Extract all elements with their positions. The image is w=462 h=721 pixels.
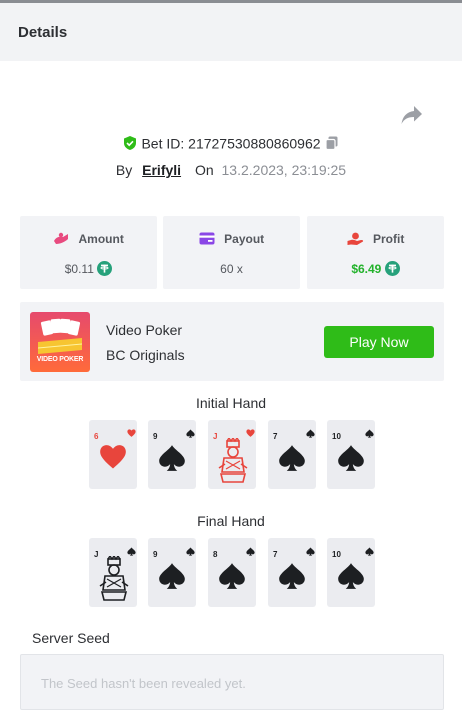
payout-card-icon [199, 232, 215, 245]
details-header: Details [0, 3, 462, 61]
card-rank: 10 [332, 550, 341, 559]
spade-suit-icon [306, 547, 315, 556]
spade-suit-icon [279, 445, 305, 471]
page-title: Details [18, 24, 68, 41]
playing-card: J [89, 538, 137, 607]
playing-card: 9 [148, 420, 196, 489]
play-now-button[interactable]: Play Now [324, 326, 434, 358]
game-card: VIDEO POKER Video Poker BC Originals Pla… [20, 302, 444, 381]
amount-value: $0.11 [64, 261, 94, 276]
share-icon[interactable] [400, 104, 424, 126]
copy-icon[interactable] [324, 135, 340, 151]
verified-shield-icon [123, 136, 136, 151]
poker-cards-icon [37, 318, 83, 354]
spade-suit-icon [246, 547, 255, 556]
video-poker-logo[interactable]: VIDEO POKER [30, 312, 90, 372]
spade-suit-icon [219, 563, 245, 589]
amount-icon [54, 232, 69, 244]
server-seed-label: Server Seed [32, 630, 110, 646]
initial-hand-label: Initial Hand [195, 395, 267, 411]
spade-suit-icon [279, 563, 305, 589]
heart-suit-icon [100, 445, 126, 469]
card-rank: 8 [213, 550, 218, 559]
stat-amount: Amount $0.11 [20, 216, 157, 289]
profit-hand-icon [347, 232, 363, 245]
playing-card: 9 [148, 538, 196, 607]
card-rank: 10 [332, 432, 341, 441]
spade-suit-icon [186, 547, 195, 556]
game-provider: BC Originals [106, 347, 185, 363]
on-label: On [194, 162, 214, 178]
game-name: Video Poker [106, 322, 183, 338]
playing-card: 7 [268, 538, 316, 607]
heart-suit-icon [246, 429, 255, 437]
stat-payout: Payout 60 x [163, 216, 300, 289]
playing-card: 10 [327, 538, 375, 607]
spade-suit-icon [338, 445, 364, 471]
final-hand-label: Final Hand [197, 513, 265, 529]
spade-suit-icon [338, 563, 364, 589]
heart-suit-icon [127, 429, 136, 437]
card-rank: 6 [94, 432, 99, 441]
tether-icon [384, 261, 400, 277]
playing-card: 10 [327, 420, 375, 489]
bet-date: 13.2.2023, 23:19:25 [221, 162, 347, 178]
playing-card: J [208, 420, 256, 489]
card-rank: 7 [273, 550, 278, 559]
payout-value: 60 x [220, 261, 243, 276]
jack-figure-icon [99, 556, 129, 601]
spade-suit-icon [127, 547, 136, 556]
bet-id-value: 21727530880860962 [188, 135, 321, 152]
profit-value: $6.49 [351, 261, 382, 276]
server-seed-placeholder: The Seed hasn't been revealed yet. [41, 676, 246, 691]
playing-card: 7 [268, 420, 316, 489]
card-rank: 7 [273, 432, 278, 441]
bet-author-row: By Erifyli On 13.2.2023, 23:19:25 [0, 162, 462, 178]
spade-suit-icon [365, 429, 374, 438]
playing-card: 6 [89, 420, 137, 489]
payout-label: Payout [224, 231, 265, 246]
spade-suit-icon [159, 563, 185, 589]
tether-icon [97, 261, 113, 277]
card-rank: 9 [153, 432, 158, 441]
logo-text: VIDEO POKER [36, 356, 84, 363]
card-rank: 9 [153, 550, 158, 559]
spade-suit-icon [159, 445, 185, 471]
spade-suit-icon [306, 429, 315, 438]
user-link[interactable]: Erifyli [142, 162, 181, 178]
playing-card: 8 [208, 538, 256, 607]
spade-suit-icon [186, 429, 195, 438]
stat-profit: Profit $6.49 [307, 216, 444, 289]
amount-label: Amount [78, 231, 124, 246]
bet-id-row: Bet ID: 21727530880860962 [0, 134, 462, 151]
server-seed-field[interactable]: The Seed hasn't been revealed yet. [20, 654, 444, 710]
jack-figure-icon [218, 438, 248, 483]
bet-id-label: Bet ID: [141, 135, 185, 152]
spade-suit-icon [365, 547, 374, 556]
by-label: By [115, 162, 133, 178]
profit-label: Profit [373, 231, 405, 246]
